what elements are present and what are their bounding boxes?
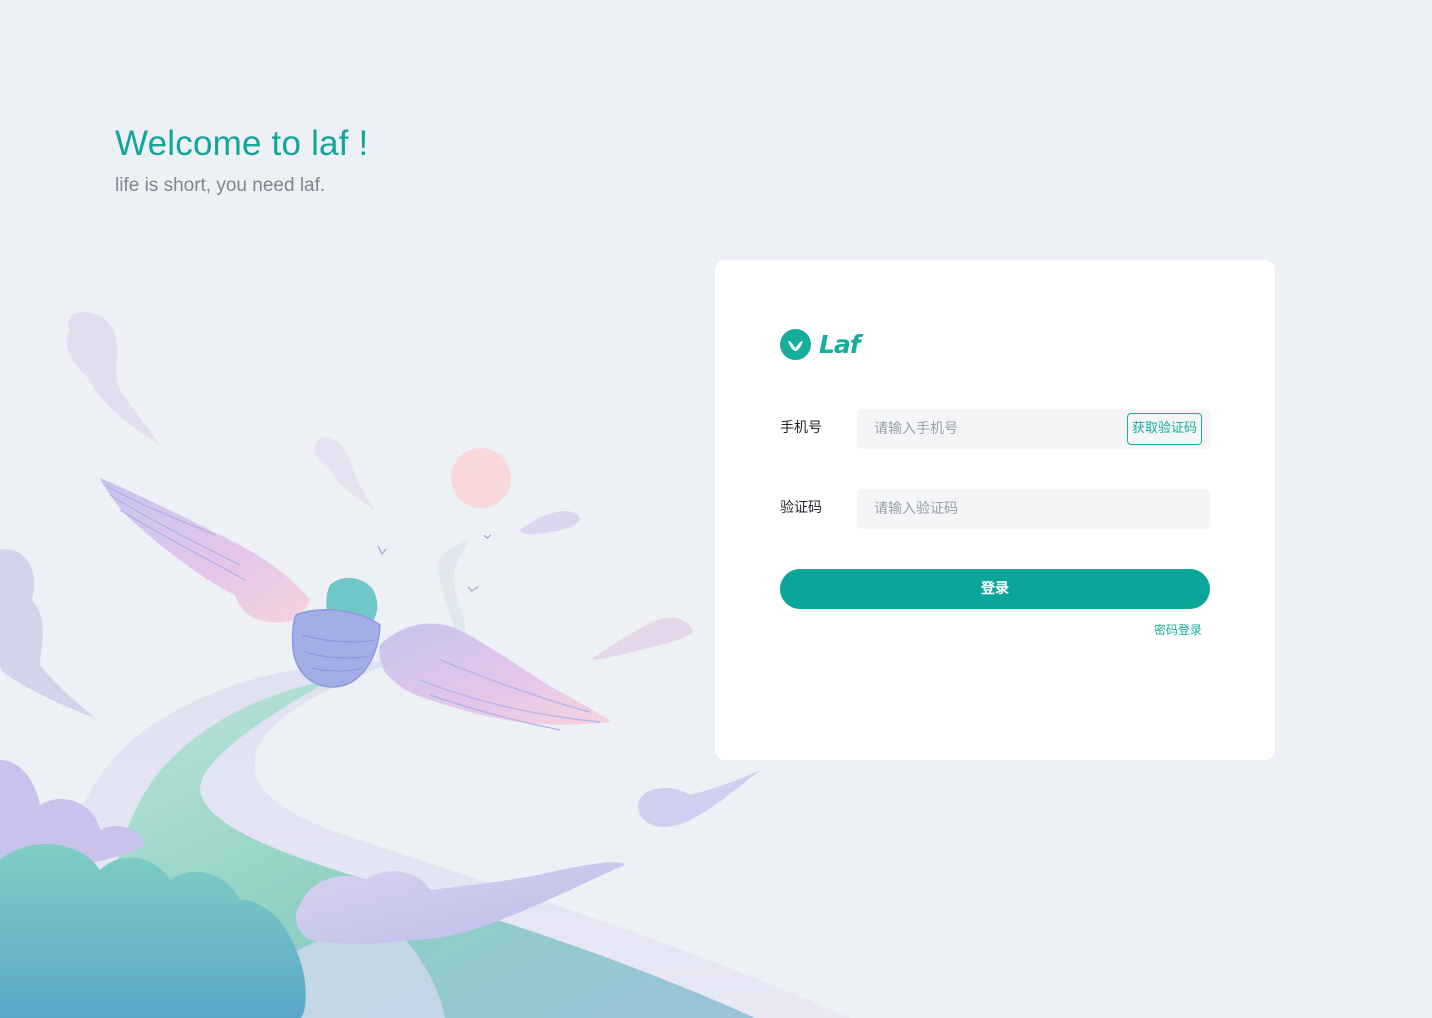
login-card: Laf 手机号 获取验证码 验证码 登录 密码登录 [715, 260, 1275, 760]
logo: Laf [780, 328, 861, 360]
code-input[interactable] [857, 489, 1210, 529]
welcome-subtitle: life is short, you need laf. [115, 175, 326, 196]
code-field-box [857, 489, 1210, 529]
phone-label: 手机号 [780, 420, 822, 436]
laf-logo-icon [780, 328, 811, 360]
welcome-title: Welcome to laf ! [115, 124, 369, 163]
password-login-link[interactable]: 密码登录 [1154, 621, 1202, 638]
logo-text: Laf [819, 329, 861, 359]
code-row: 验证码 [780, 489, 1210, 529]
login-page: Welcome to laf ! life is short, you need… [0, 0, 1432, 1018]
login-button[interactable]: 登录 [780, 569, 1210, 609]
phone-row: 手机号 获取验证码 [780, 409, 1210, 449]
phone-field-box: 获取验证码 [857, 409, 1210, 449]
get-code-button[interactable]: 获取验证码 [1126, 413, 1202, 445]
code-label: 验证码 [780, 500, 822, 516]
